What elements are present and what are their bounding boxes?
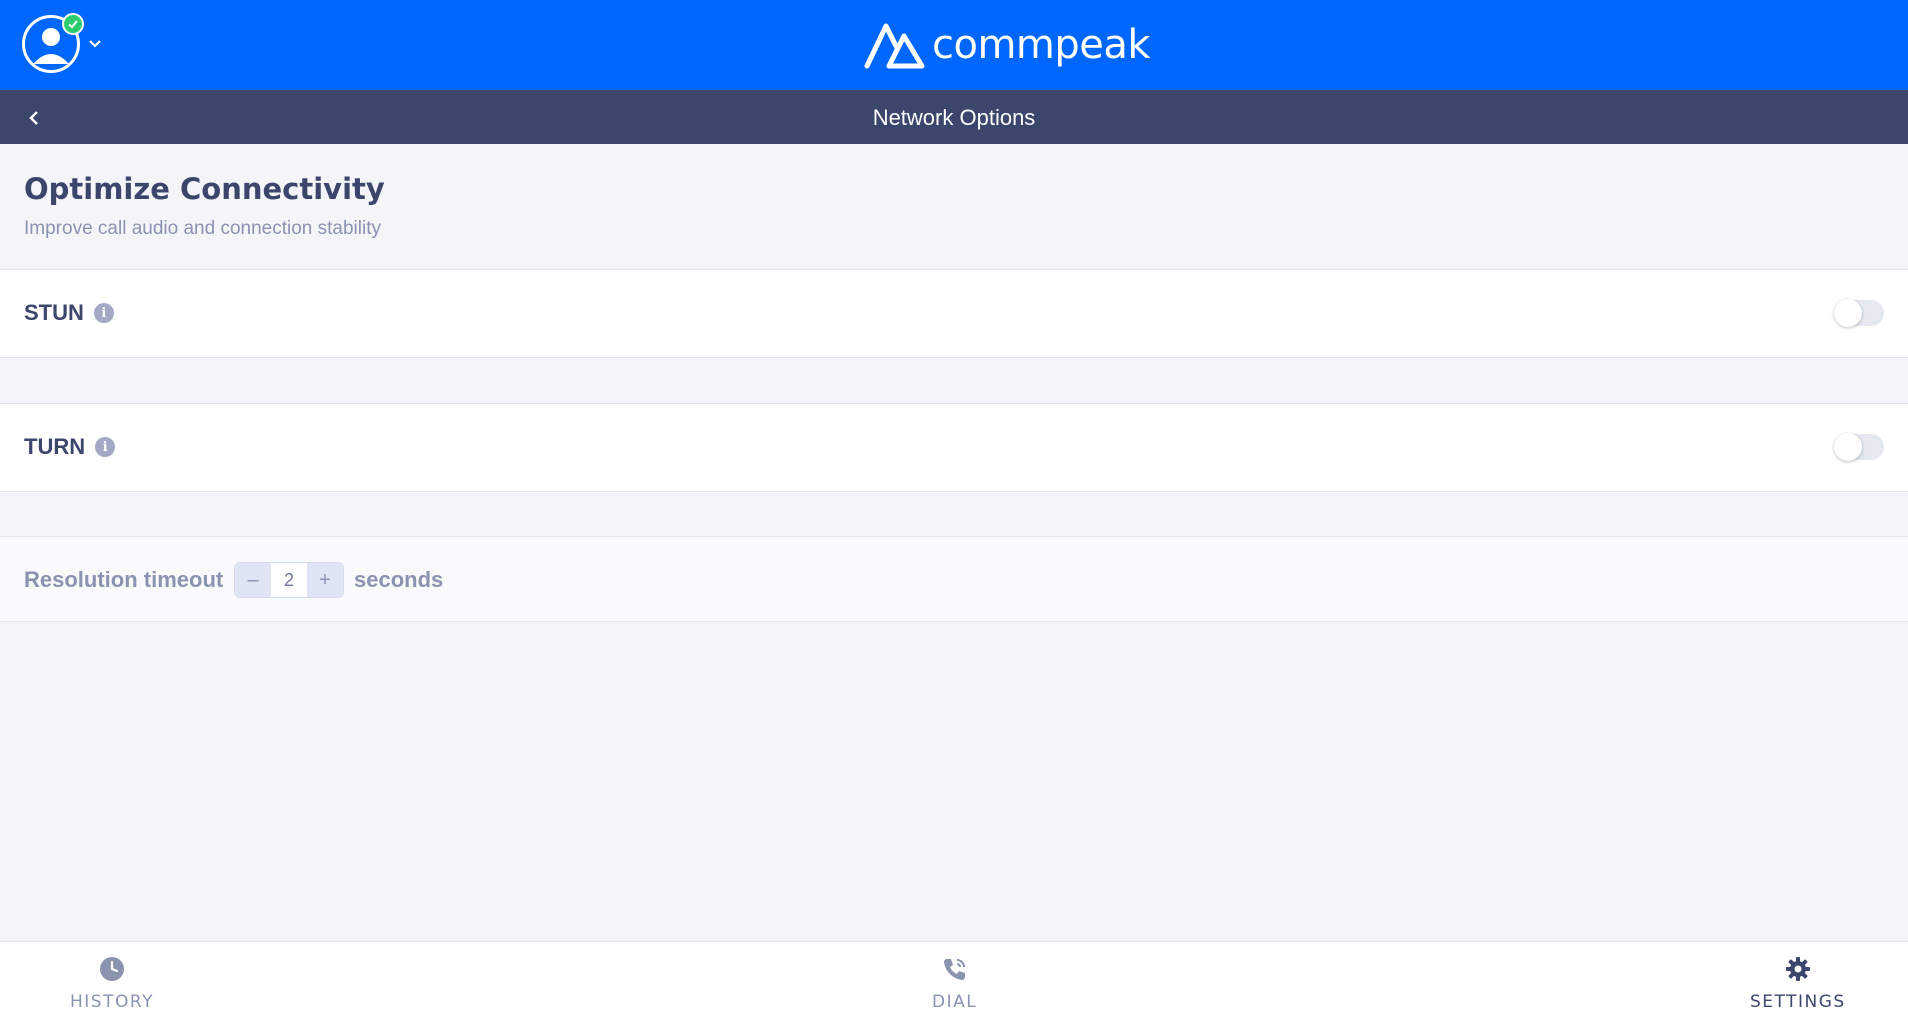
section-header: Optimize Connectivity Improve call audio… (0, 144, 1908, 270)
timeout-unit-label: seconds (354, 567, 444, 592)
turn-setting-row: TURN i (0, 403, 1908, 492)
increment-button[interactable]: + (307, 563, 343, 597)
stun-label: STUN i (24, 300, 114, 326)
nav-label: HISTORY (70, 992, 154, 1012)
stun-toggle[interactable] (1834, 299, 1884, 327)
toggle-knob (1834, 299, 1862, 327)
section-subtitle: Improve call audio and connection stabil… (24, 218, 381, 239)
timeout-stepper: – 2 + (234, 562, 344, 598)
info-icon[interactable]: i (93, 303, 114, 323)
clock-icon (99, 957, 124, 981)
user-avatar[interactable] (22, 13, 84, 73)
logo-mark-icon (864, 23, 925, 69)
bottom-nav: HISTORY DIAL SETTINGS (0, 941, 1908, 1022)
turn-toggle[interactable] (1834, 433, 1884, 461)
nav-dial[interactable]: DIAL (932, 956, 977, 1012)
nav-history[interactable]: HISTORY (70, 956, 154, 1012)
setting-label: TURN (24, 434, 86, 459)
phone-icon (943, 959, 965, 980)
resolution-timeout-label: Resolution timeout (24, 567, 224, 592)
section-title: Optimize Connectivity (24, 172, 385, 206)
toggle-knob (1834, 433, 1862, 461)
timeout-value[interactable]: 2 (271, 563, 307, 597)
setting-label: STUN (24, 300, 84, 325)
gear-icon (1785, 957, 1810, 981)
nav-settings[interactable]: SETTINGS (1750, 956, 1846, 1012)
nav-label: DIAL (932, 992, 978, 1012)
sub-header: Network Options (0, 90, 1908, 144)
online-status-icon (62, 13, 84, 35)
page-title: Network Options (872, 105, 1036, 130)
stun-setting-row: STUN i (0, 269, 1908, 358)
brand-logo: commpeak (864, 18, 1151, 72)
chevron-down-icon[interactable] (86, 34, 104, 52)
decrement-button[interactable]: – (235, 563, 271, 597)
top-bar: commpeak (0, 0, 1908, 90)
info-icon[interactable]: i (95, 437, 116, 457)
brand-name: commpeak (932, 22, 1151, 68)
nav-label: SETTINGS (1750, 992, 1846, 1012)
turn-label: TURN i (24, 434, 116, 460)
resolution-timeout-row: Resolution timeout – 2 + seconds (0, 536, 1908, 622)
